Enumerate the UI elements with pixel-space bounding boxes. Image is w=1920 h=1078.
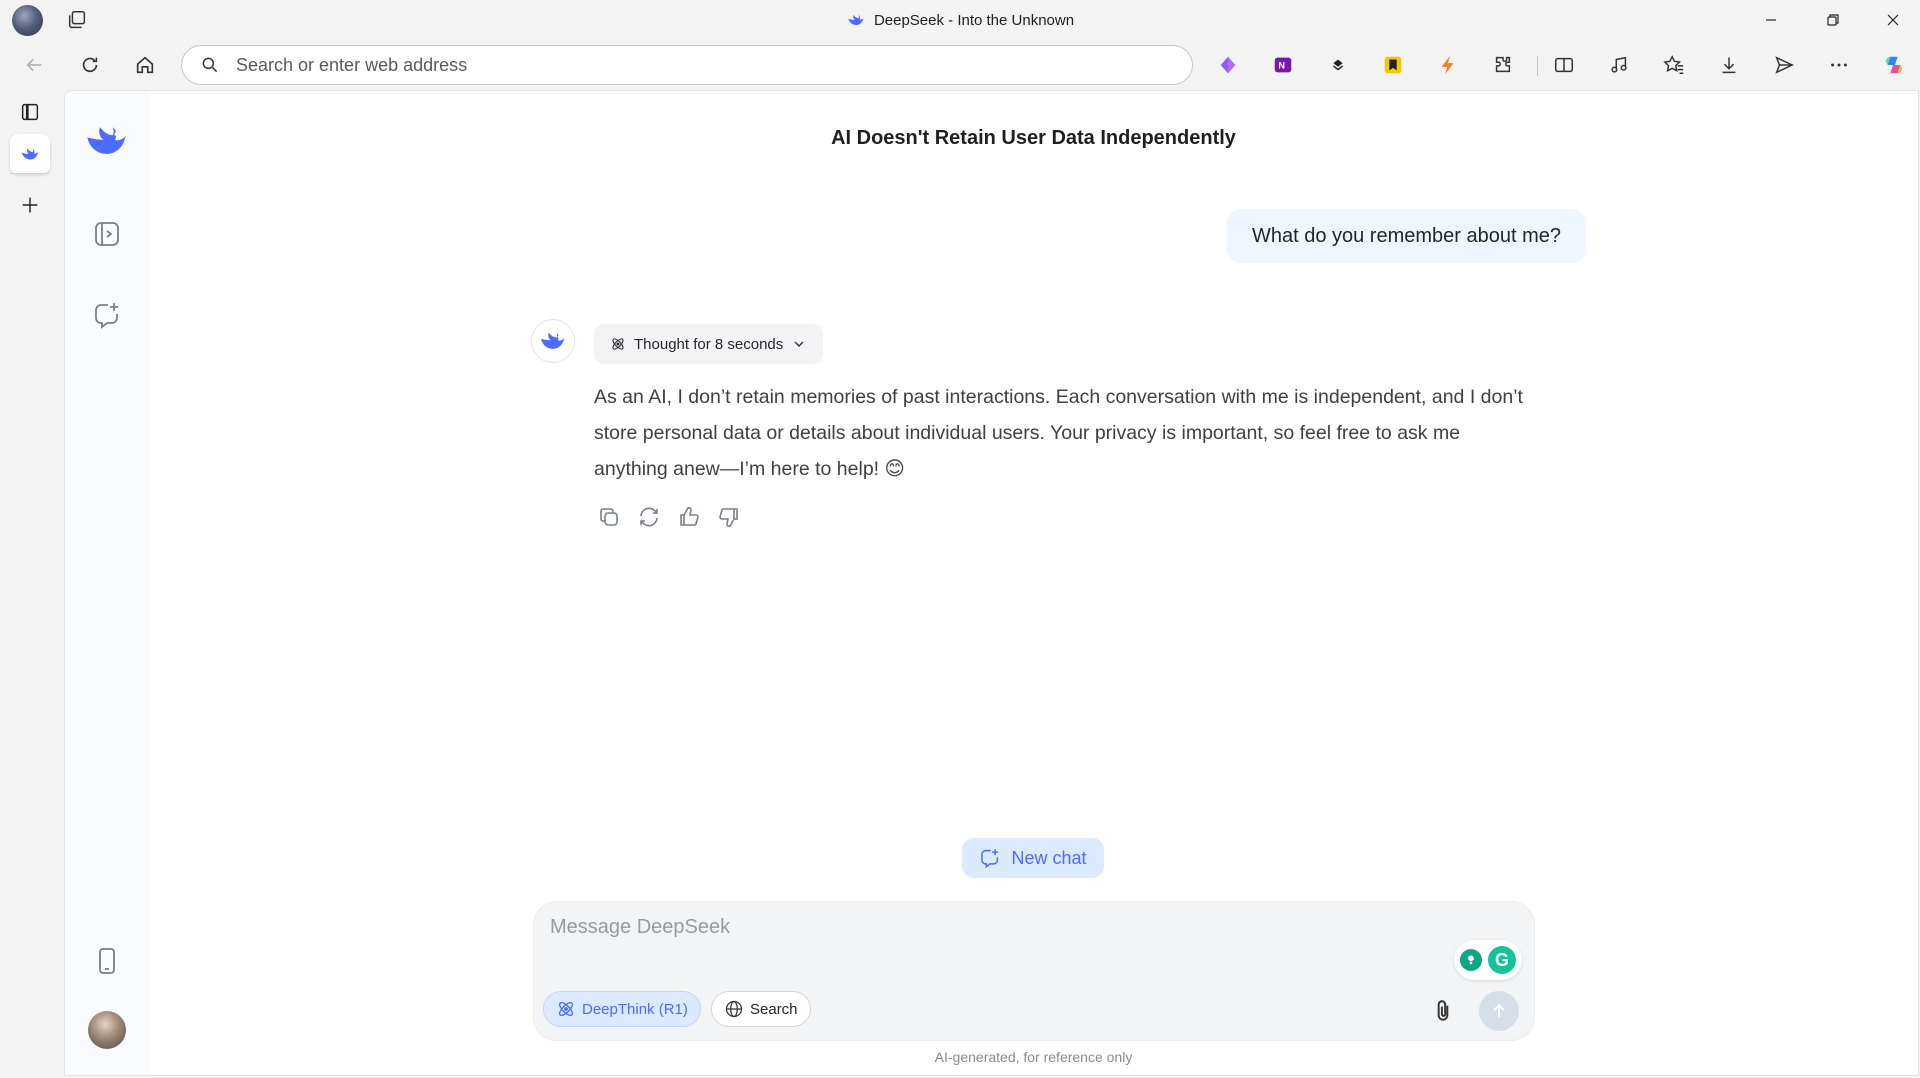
open-sidebar-icon[interactable] (83, 210, 131, 258)
refresh-button[interactable] (72, 47, 108, 83)
onenote-icon[interactable]: N (1267, 49, 1299, 81)
navigation-bar: N (0, 40, 1920, 90)
thumbs-down-button[interactable] (713, 501, 745, 533)
paperclip-icon (1437, 1000, 1449, 1021)
search-label: Search (750, 1000, 798, 1018)
bookmark-extension-icon[interactable] (1377, 49, 1409, 81)
grammarly-icon[interactable]: G (1488, 946, 1516, 974)
copilot-icon[interactable] (1878, 49, 1910, 81)
grammarly-bulb-icon[interactable] (1460, 949, 1482, 971)
window-title-text: DeepSeek - Into the Unknown (873, 11, 1075, 29)
assistant-avatar (531, 319, 575, 363)
user-message: What do you remember about me? (1226, 209, 1586, 263)
deepseek-logo-icon[interactable] (83, 117, 131, 165)
tab-divider (10, 173, 50, 174)
thought-label: Thought for 8 seconds (634, 335, 784, 353)
deepseek-logo-icon (541, 332, 565, 349)
restore-button[interactable] (1806, 0, 1860, 40)
thumbs-up-icon (680, 506, 699, 526)
media-control-icon[interactable] (1603, 49, 1635, 81)
extension-diamond-icon[interactable] (1212, 49, 1244, 81)
toolbar-divider (1537, 56, 1538, 76)
home-icon (136, 56, 154, 74)
regenerate-button[interactable] (633, 501, 665, 533)
chat-title: AI Doesn't Retain User Data Independentl… (831, 127, 1236, 149)
user-avatar[interactable] (88, 1011, 126, 1049)
search-toggle[interactable]: Search (711, 991, 811, 1027)
thumbs-up-button[interactable] (673, 501, 705, 533)
deepthink-atom-icon (612, 338, 624, 350)
new-chat-icon (981, 849, 999, 869)
deepthink-toggle[interactable]: DeepThink (R1) (543, 991, 701, 1027)
send-button[interactable] (1479, 991, 1519, 1031)
copy-icon (600, 508, 618, 526)
home-button[interactable] (127, 47, 163, 83)
deepseek-favicon-icon (848, 15, 864, 25)
chevron-down-icon (794, 341, 804, 347)
attach-file-button[interactable] (1427, 995, 1459, 1027)
svg-text:N: N (1278, 61, 1285, 71)
more-options-icon[interactable] (1823, 49, 1855, 81)
ai-disclaimer: AI-generated, for reference only (934, 1049, 1133, 1065)
window-title: DeepSeek - Into the Unknown (0, 0, 1920, 40)
mobile-app-icon[interactable] (83, 937, 131, 985)
lightning-extension-icon[interactable] (1432, 49, 1464, 81)
address-bar[interactable] (181, 45, 1193, 85)
grammarly-widget[interactable]: G (1454, 940, 1522, 980)
deepthink-atom-icon (558, 1001, 574, 1017)
message-input[interactable] (550, 916, 1430, 956)
deepseek-sidebar (65, 91, 149, 1075)
favorites-icon[interactable] (1658, 49, 1690, 81)
regenerate-icon (640, 507, 658, 527)
deepthink-label: DeepThink (R1) (582, 1000, 688, 1018)
minimize-button[interactable] (1744, 0, 1798, 40)
refresh-icon (82, 57, 98, 73)
extension-layers-icon[interactable] (1322, 49, 1354, 81)
new-chat-icon[interactable] (83, 291, 131, 339)
copy-button[interactable] (593, 501, 625, 533)
plus-icon (22, 197, 38, 213)
globe-icon (725, 1000, 743, 1018)
thumbs-down-icon (719, 508, 738, 528)
new-chat-button[interactable]: New chat (962, 838, 1104, 878)
tab-actions-icon[interactable] (10, 92, 50, 132)
address-input[interactable] (236, 54, 1136, 76)
arrow-up-icon (1493, 1003, 1505, 1017)
page-content: AI Doesn't Retain User Data Independentl… (64, 90, 1919, 1076)
deepseek-favicon-icon (21, 148, 39, 160)
split-screen-icon[interactable] (1548, 49, 1580, 81)
close-window-button[interactable] (1866, 0, 1920, 40)
back-arrow-icon (26, 58, 42, 72)
title-bar: DeepSeek - Into the Unknown (0, 0, 1920, 40)
extensions-puzzle-icon[interactable] (1487, 49, 1519, 81)
back-button[interactable] (16, 47, 52, 83)
share-icon[interactable] (1768, 49, 1800, 81)
vertical-tab-strip (0, 90, 60, 1078)
downloads-icon[interactable] (1713, 49, 1745, 81)
assistant-answer: As an AI, I don’t retain memories of pas… (594, 386, 1523, 480)
new-chat-label: New chat (1011, 847, 1087, 868)
thought-toggle[interactable]: Thought for 8 seconds (594, 324, 824, 364)
new-tab-button[interactable] (10, 185, 50, 225)
tab-deepseek[interactable] (10, 134, 50, 174)
search-icon (202, 57, 218, 73)
